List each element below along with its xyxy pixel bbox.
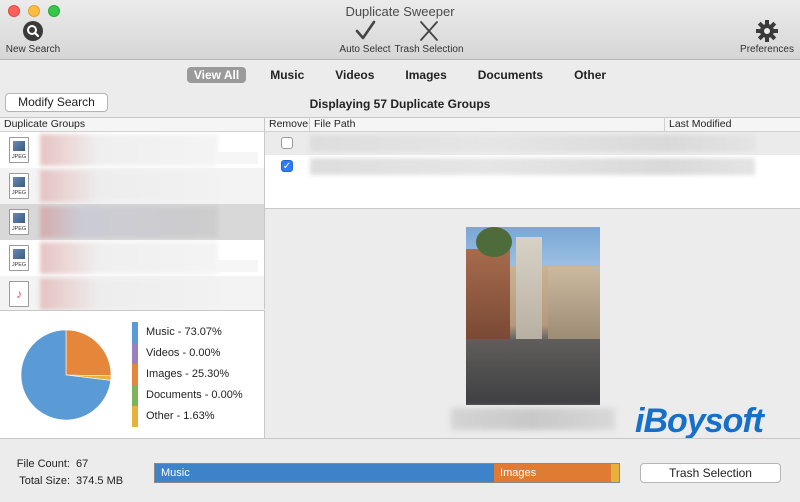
file-count-label: File Count:: [16, 458, 70, 470]
legend-label-videos: Videos - 0.00%: [146, 347, 221, 359]
duplicate-files-table: Remove File Path Last Modified ✓: [265, 117, 800, 209]
blurred-group-name: [40, 206, 218, 238]
photo-monument: [516, 237, 542, 341]
footer-bar: File Count: 67 Total Size: 374.5 MB Music I…: [0, 438, 800, 502]
total-size-stat: Total Size: 374.5 MB: [0, 475, 123, 487]
music-file-icon: ♪: [9, 281, 29, 307]
legend-item-videos: Videos - 0.00%: [132, 343, 243, 364]
legend-swatch-music: [132, 322, 138, 343]
file-count-value: 67: [76, 458, 89, 470]
new-search-label: New Search: [5, 44, 61, 55]
app-window: Duplicate Sweeper New Search Auto Select…: [0, 0, 800, 502]
blurred-file-path: [310, 158, 755, 175]
blurred-group-name: [40, 170, 218, 202]
window-title: Duplicate Sweeper: [345, 4, 455, 19]
file-path-column-header[interactable]: File Path: [310, 118, 665, 131]
photo-building-right: [548, 267, 600, 339]
photo-road: [466, 339, 600, 405]
file-row[interactable]: [265, 132, 800, 155]
duplicate-groups-list: Duplicate Groups JPEG JPEG JPEG JPEG ♪: [0, 117, 265, 312]
duplicate-group-row[interactable]: JPEG: [0, 240, 264, 276]
legend-swatch-documents: [132, 385, 138, 406]
preferences-button[interactable]: Preferences: [738, 20, 796, 55]
filter-other[interactable]: Other: [567, 67, 613, 83]
blurred-group-detail: [218, 152, 258, 164]
jpeg-file-icon: JPEG: [9, 173, 29, 199]
blurred-group-name: [40, 278, 218, 310]
preferences-label: Preferences: [740, 44, 794, 55]
filter-view-all[interactable]: View All: [186, 67, 247, 83]
legend-label-music: Music - 73.07%: [146, 326, 222, 338]
display-status-title: Displaying 57 Duplicate Groups: [309, 97, 491, 111]
legend-label-images: Images - 25.30%: [146, 368, 230, 380]
legend-item-music: Music - 73.07%: [132, 322, 243, 343]
blurred-preview-caption: [451, 408, 615, 430]
file-count-stat: File Count: 67: [0, 458, 88, 470]
legend-item-documents: Documents - 0.00%: [132, 385, 243, 406]
photo-building-left: [466, 249, 510, 339]
blurred-file-path: [310, 135, 755, 152]
legend-item-other: Other - 1.63%: [132, 406, 243, 427]
size-distribution-bar: Music Images: [154, 463, 620, 483]
filter-videos[interactable]: Videos: [328, 67, 381, 83]
filter-images[interactable]: Images: [398, 67, 453, 83]
chart-legend: Music - 73.07% Videos - 0.00% Images - 2…: [132, 322, 243, 427]
preview-photo: [466, 227, 600, 405]
legend-label-documents: Documents - 0.00%: [146, 389, 243, 401]
total-size-value: 374.5 MB: [76, 475, 124, 487]
size-bar-segment-music: Music: [155, 464, 495, 482]
legend-item-images: Images - 25.30%: [132, 364, 243, 385]
search-icon: [23, 21, 43, 41]
duplicate-group-row[interactable]: JPEG: [0, 132, 264, 168]
jpeg-file-icon: JPEG: [9, 137, 29, 163]
jpeg-file-icon: JPEG: [9, 245, 29, 271]
duplicate-groups-header[interactable]: Duplicate Groups: [0, 118, 264, 132]
remove-checkbox-checked[interactable]: ✓: [281, 160, 293, 172]
last-modified-column-header[interactable]: Last Modified: [665, 118, 800, 131]
total-size-label: Total Size:: [19, 475, 70, 487]
duplicate-group-row[interactable]: ♪: [0, 276, 264, 312]
remove-column-header[interactable]: Remove: [265, 118, 310, 131]
legend-swatch-images: [132, 364, 138, 385]
modify-search-button[interactable]: Modify Search: [5, 93, 108, 112]
file-row[interactable]: ✓: [265, 155, 800, 178]
photo-tree: [476, 227, 512, 257]
new-search-button[interactable]: New Search: [4, 20, 62, 55]
filter-documents[interactable]: Documents: [471, 67, 550, 83]
duplicate-group-row[interactable]: JPEG: [0, 168, 264, 204]
trash-selection-button[interactable]: Trash Selection: [640, 463, 781, 483]
blurred-group-name: [40, 242, 218, 274]
category-chart-panel: Music - 73.07% Videos - 0.00% Images - 2…: [0, 310, 265, 438]
x-mark-icon: [420, 21, 438, 41]
size-bar-segment-other: [611, 464, 619, 482]
pie-slice-images: [65, 329, 112, 377]
duplicate-group-row-selected[interactable]: JPEG: [0, 204, 264, 240]
size-bar-segment-images: Images: [494, 464, 612, 482]
filter-music[interactable]: Music: [263, 67, 311, 83]
toolbar-trash-selection-label: Trash Selection: [394, 44, 464, 55]
auto-select-button[interactable]: Auto Select: [336, 20, 394, 55]
file-preview-pane: iBoysoft: [265, 210, 800, 440]
legend-swatch-videos: [132, 343, 138, 364]
remove-checkbox[interactable]: [281, 137, 293, 149]
legend-swatch-other: [132, 406, 138, 427]
blurred-group-detail: [218, 260, 258, 272]
category-filter-bar: View All Music Videos Images Documents O…: [0, 60, 800, 90]
legend-label-other: Other - 1.63%: [146, 410, 215, 422]
iboysoft-watermark: iBoysoft: [635, 402, 764, 440]
gear-icon: [756, 20, 778, 42]
category-pie-chart: [20, 329, 112, 421]
checkmark-icon: [355, 20, 376, 40]
auto-select-label: Auto Select: [339, 44, 391, 55]
blurred-group-name: [40, 134, 218, 166]
jpeg-file-icon: JPEG: [9, 209, 29, 235]
toolbar: Duplicate Sweeper New Search Auto Select…: [0, 0, 800, 60]
files-table-header: Remove File Path Last Modified: [265, 118, 800, 132]
toolbar-trash-selection-button[interactable]: Trash Selection: [394, 20, 464, 55]
